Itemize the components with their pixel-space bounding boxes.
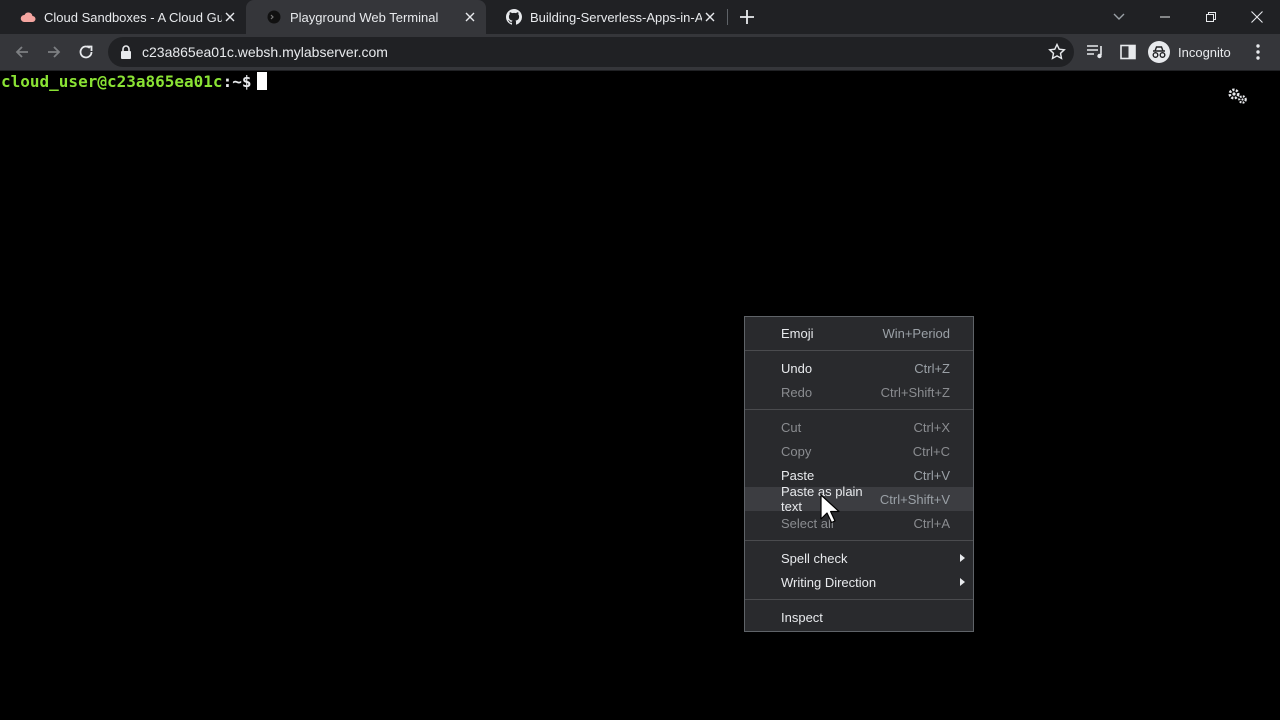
menu-item-label: Paste — [781, 467, 815, 483]
menu-item-cut: Cut Ctrl+X — [745, 415, 973, 439]
arrow-left-icon — [15, 46, 28, 58]
close-tab-icon[interactable] — [462, 9, 478, 25]
menu-item-shortcut: Ctrl+A — [913, 515, 950, 531]
submenu-arrow-icon — [960, 578, 965, 586]
tab-building-serverless-apps[interactable]: Building-Serverless-Apps-in-AWS — [486, 0, 726, 34]
lock-icon[interactable] — [118, 44, 134, 60]
prompt-path: :~$ — [222, 72, 252, 91]
side-panel-icon — [1120, 44, 1136, 60]
menu-item-inspect[interactable]: Inspect — [745, 605, 973, 629]
menu-item-shortcut: Win+Period — [882, 325, 950, 341]
mouse-pointer-icon — [820, 494, 840, 524]
menu-separator — [745, 599, 973, 600]
menu-separator — [745, 409, 973, 410]
profile-label: Incognito — [1178, 44, 1231, 60]
reload-button[interactable] — [72, 38, 100, 66]
tab-search-button[interactable] — [1110, 8, 1128, 26]
tab-divider — [727, 9, 728, 25]
tab-strip: Cloud Sandboxes - A Cloud Guru Playgroun… — [0, 0, 1280, 34]
menu-item-label: Redo — [781, 384, 813, 400]
browser-toolbar: c23a865ea01c.websh.mylabserver.com Incog… — [0, 34, 1280, 71]
menu-item-shortcut: Ctrl+Z — [914, 360, 950, 376]
context-menu: Emoji Win+Period Undo Ctrl+Z Redo Ctrl+S… — [744, 316, 974, 632]
kebab-menu-icon — [1256, 44, 1260, 60]
terminal-cursor — [257, 72, 268, 90]
plus-icon — [740, 10, 754, 24]
browser-menu-button[interactable] — [1248, 42, 1268, 62]
menu-item-select-all: Select all Ctrl+A — [745, 511, 973, 535]
menu-item-shortcut: Ctrl+Shift+V — [879, 491, 950, 507]
close-tab-icon[interactable] — [222, 9, 238, 25]
web-terminal[interactable]: cloud_user@c23a865ea01c:~$ — [0, 71, 1280, 720]
github-icon — [506, 9, 522, 25]
prompt-user-host: cloud_user@c23a865ea01c — [1, 72, 223, 91]
chevron-down-icon — [1113, 13, 1125, 20]
menu-separator — [745, 540, 973, 541]
arrow-right-icon — [48, 46, 61, 58]
address-bar[interactable]: c23a865ea01c.websh.mylabserver.com — [108, 37, 1074, 67]
menu-item-writing-direction[interactable]: Writing Direction — [745, 570, 973, 594]
menu-item-shortcut: Ctrl+X — [913, 419, 950, 435]
side-panel-button[interactable] — [1118, 42, 1138, 62]
restore-icon — [1206, 12, 1216, 22]
gears-settings-icon[interactable] — [1227, 87, 1249, 105]
menu-item-label: Emoji — [781, 325, 814, 341]
menu-item-copy: Copy Ctrl+C — [745, 439, 973, 463]
menu-item-label: Writing Direction — [781, 574, 877, 590]
close-icon — [1251, 11, 1263, 23]
menu-item-label: Cut — [781, 419, 802, 435]
menu-item-label: Spell check — [781, 550, 848, 566]
cloud-icon — [20, 9, 36, 25]
menu-item-emoji[interactable]: Emoji Win+Period — [745, 321, 973, 345]
menu-item-shortcut: Ctrl+Shift+Z — [880, 384, 950, 400]
menu-item-spell-check[interactable]: Spell check — [745, 546, 973, 570]
terminal-prompt-line: cloud_user@c23a865ea01c:~$ — [1, 72, 268, 92]
url-text: c23a865ea01c.websh.mylabserver.com — [142, 44, 388, 60]
tab-title: Playground Web Terminal — [290, 9, 439, 25]
restore-button[interactable] — [1188, 0, 1234, 34]
playlist-icon — [1087, 45, 1102, 59]
close-window-button[interactable] — [1234, 0, 1280, 34]
tab-title: Building-Serverless-Apps-in-AWS — [530, 9, 702, 25]
minimize-button[interactable] — [1142, 0, 1188, 34]
menu-item-redo: Redo Ctrl+Shift+Z — [745, 380, 973, 404]
close-tab-icon[interactable] — [702, 9, 718, 25]
terminal-icon — [266, 9, 282, 25]
window-controls — [1142, 0, 1280, 34]
tab-title: Cloud Sandboxes - A Cloud Guru — [44, 9, 222, 25]
menu-item-shortcut: Ctrl+V — [913, 467, 950, 483]
tab-playground-web-terminal[interactable]: Playground Web Terminal — [246, 0, 486, 34]
menu-item-paste-as-plain-text[interactable]: Paste as plain text Ctrl+Shift+V — [745, 484, 973, 514]
reload-icon — [79, 45, 93, 59]
tab-cloud-sandboxes[interactable]: Cloud Sandboxes - A Cloud Guru — [0, 0, 246, 34]
media-controls-button[interactable] — [1086, 42, 1106, 62]
menu-item-undo[interactable]: Undo Ctrl+Z — [745, 356, 973, 380]
forward-button[interactable] — [40, 38, 68, 66]
new-tab-button[interactable] — [738, 8, 756, 26]
back-button[interactable] — [8, 38, 36, 66]
menu-item-label: Undo — [781, 360, 813, 376]
minimize-icon — [1160, 16, 1170, 18]
menu-separator — [745, 350, 973, 351]
bookmark-star-icon[interactable] — [1048, 43, 1066, 61]
incognito-icon — [1148, 41, 1170, 63]
incognito-profile-button[interactable]: Incognito — [1146, 39, 1241, 65]
menu-item-label: Copy — [781, 443, 812, 459]
submenu-arrow-icon — [960, 554, 965, 562]
menu-item-shortcut: Ctrl+C — [912, 443, 950, 459]
menu-item-label: Inspect — [781, 609, 823, 625]
